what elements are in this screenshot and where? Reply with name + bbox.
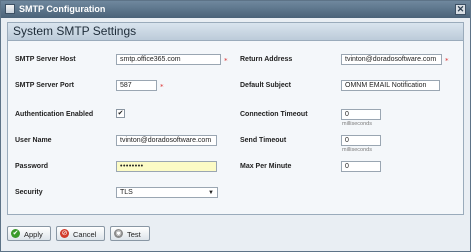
close-button[interactable]: ✕	[455, 4, 466, 15]
password-label: Password	[15, 163, 49, 170]
test-button[interactable]: ◉ Test	[110, 226, 150, 241]
auth-checkbox[interactable]: ✔	[116, 109, 125, 118]
default-subject-label: Default Subject	[240, 82, 291, 89]
security-value: TLS	[120, 189, 133, 196]
port-input[interactable]: 587	[116, 80, 157, 91]
connection-timeout-unit: milliseconds	[342, 121, 372, 127]
host-label: SMTP Server Host	[15, 56, 76, 63]
auth-label: Authentication Enabled	[15, 111, 94, 118]
connection-timeout-label: Connection Timeout	[240, 111, 308, 118]
titlebar[interactable]: SMTP Configuration ✕	[1, 1, 470, 18]
send-timeout-label: Send Timeout	[240, 137, 287, 144]
send-timeout-input[interactable]: 0	[341, 135, 381, 146]
apply-button[interactable]: ✔ Apply	[7, 226, 51, 241]
required-icon: ⁎	[160, 82, 164, 89]
host-input[interactable]: smtp.office365.com	[116, 54, 221, 65]
max-per-minute-input[interactable]: 0	[341, 161, 381, 172]
default-subject-input[interactable]: OMNM EMAIL Notification	[341, 80, 440, 91]
return-address-label: Return Address	[240, 56, 293, 63]
cancel-button[interactable]: ⊘ Cancel	[56, 226, 105, 241]
cancel-label: Cancel	[73, 230, 97, 239]
send-timeout-unit: milliseconds	[342, 147, 372, 153]
panel-header: System SMTP Settings	[8, 23, 463, 41]
test-icon: ◉	[114, 229, 123, 238]
smtp-config-window: SMTP Configuration ✕ System SMTP Setting…	[0, 0, 471, 252]
test-label: Test	[127, 230, 141, 239]
panel-title: System SMTP Settings	[13, 24, 137, 38]
password-input[interactable]: ••••••••	[116, 161, 217, 172]
check-icon: ✔	[117, 110, 124, 117]
required-icon: ⁎	[224, 56, 228, 63]
smtp-settings-panel: System SMTP Settings SMTP Server Host sm…	[7, 22, 464, 215]
max-per-minute-label: Max Per Minute	[240, 163, 292, 170]
security-label: Security	[15, 189, 43, 196]
chevron-down-icon: ▼	[208, 190, 214, 196]
username-input[interactable]: tvinton@doradosoftware.com	[116, 135, 217, 146]
window-icon	[5, 4, 15, 14]
return-address-input[interactable]: tvinton@doradosoftware.com	[341, 54, 442, 65]
apply-label: Apply	[24, 230, 43, 239]
required-icon: ⁎	[445, 56, 449, 63]
window-title: SMTP Configuration	[19, 4, 106, 14]
username-label: User Name	[15, 137, 52, 144]
check-icon: ✔	[11, 229, 20, 238]
cancel-icon: ⊘	[60, 229, 69, 238]
connection-timeout-input[interactable]: 0	[341, 109, 381, 120]
close-icon: ✕	[456, 4, 465, 14]
port-label: SMTP Server Port	[15, 82, 75, 89]
security-select[interactable]: TLS ▼	[116, 187, 218, 198]
